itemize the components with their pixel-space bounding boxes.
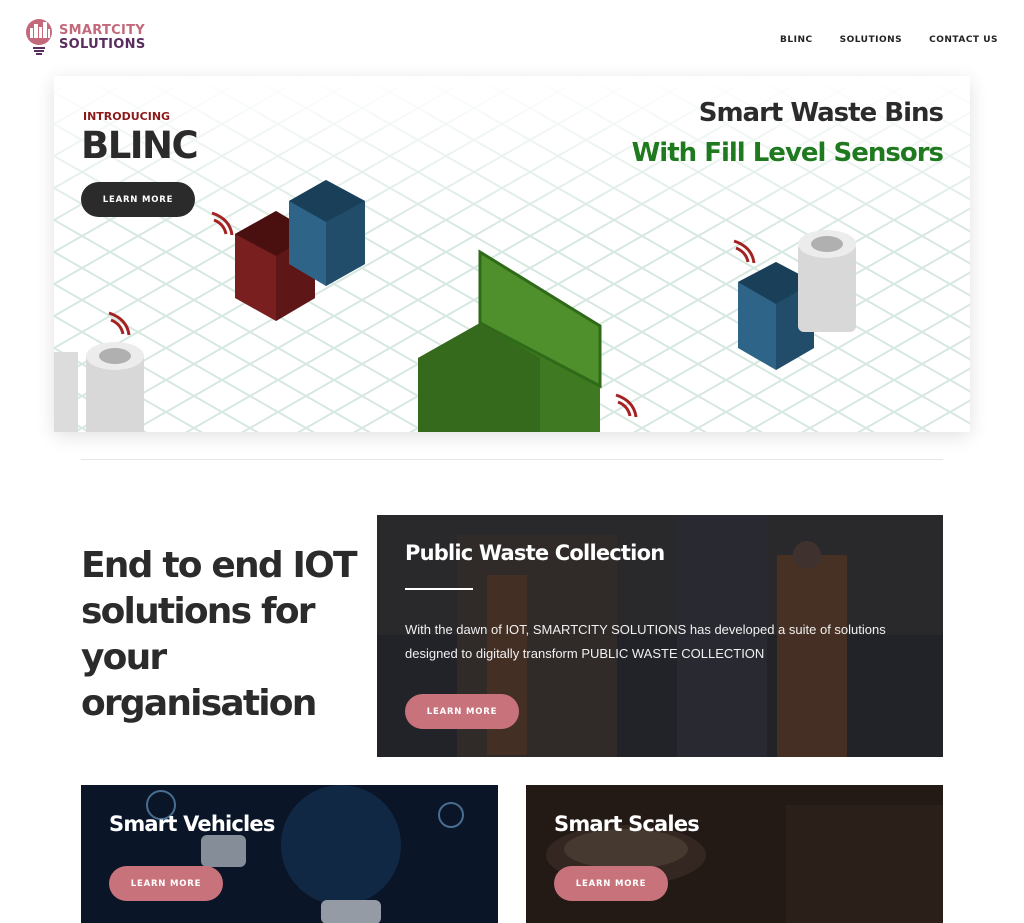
solutions-tagline: End to end IOT solutions for your organi… [81, 545, 358, 724]
vehicles-learn-more-button[interactable]: LEARN MORE [109, 866, 223, 901]
card-title: Public Waste Collection [405, 541, 665, 565]
waste-learn-more-button[interactable]: LEARN MORE [405, 694, 519, 729]
card-title: Smart Scales [554, 812, 700, 836]
hero-title: BLINC [81, 124, 199, 167]
main-nav: BLINC SOLUTIONS CONTACT US [780, 35, 998, 45]
hero-banner: INTRODUCING BLINC LEARN MORE Smart Waste… [54, 76, 970, 432]
site-header: SMARTCITY SOLUTIONS BLINC SOLUTIONS CONT… [0, 0, 1024, 82]
nav-link-contact-us[interactable]: CONTACT US [929, 35, 998, 45]
hero-subheadline: With Fill Level Sensors [631, 138, 944, 168]
nav-link-solutions[interactable]: SOLUTIONS [840, 35, 903, 45]
card-title: Smart Vehicles [109, 812, 275, 836]
scales-learn-more-button[interactable]: LEARN MORE [554, 866, 668, 901]
card-smart-vehicles[interactable]: Smart Vehicles LEARN MORE [81, 785, 498, 923]
nav-link-blinc[interactable]: BLINC [780, 35, 813, 45]
card-smart-scales[interactable]: Smart Scales LEARN MORE [526, 785, 943, 923]
smart-scales-photo [526, 785, 943, 923]
card-public-waste-collection[interactable]: Public Waste Collection With the dawn of… [377, 515, 943, 757]
smart-vehicles-photo [81, 785, 498, 923]
city-bulb-icon [25, 18, 55, 58]
hero-headline: Smart Waste Bins [698, 98, 944, 128]
title-underline [405, 588, 473, 590]
logo-text-line2: SOLUTIONS [59, 37, 146, 52]
card-description: With the dawn of IOT, SMARTCITY SOLUTION… [405, 622, 886, 661]
logo-text-line1: SMARTCITY [59, 23, 146, 38]
hero-intro-label: INTRODUCING [83, 110, 171, 123]
hero-learn-more-button[interactable]: LEARN MORE [81, 182, 195, 217]
site-logo[interactable]: SMARTCITY SOLUTIONS [25, 18, 145, 62]
section-divider [81, 459, 943, 460]
